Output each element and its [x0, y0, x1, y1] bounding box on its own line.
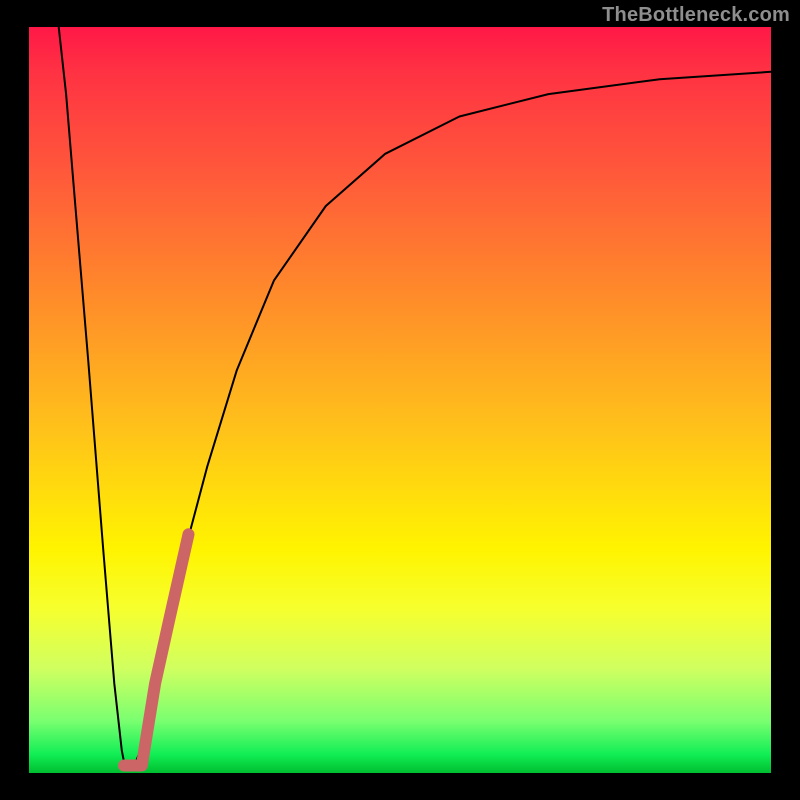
- watermark-text: TheBottleneck.com: [602, 4, 790, 27]
- highlight-segment: [124, 534, 189, 765]
- chart-frame: TheBottleneck.com: [0, 0, 800, 800]
- chart-overlay: [29, 27, 771, 773]
